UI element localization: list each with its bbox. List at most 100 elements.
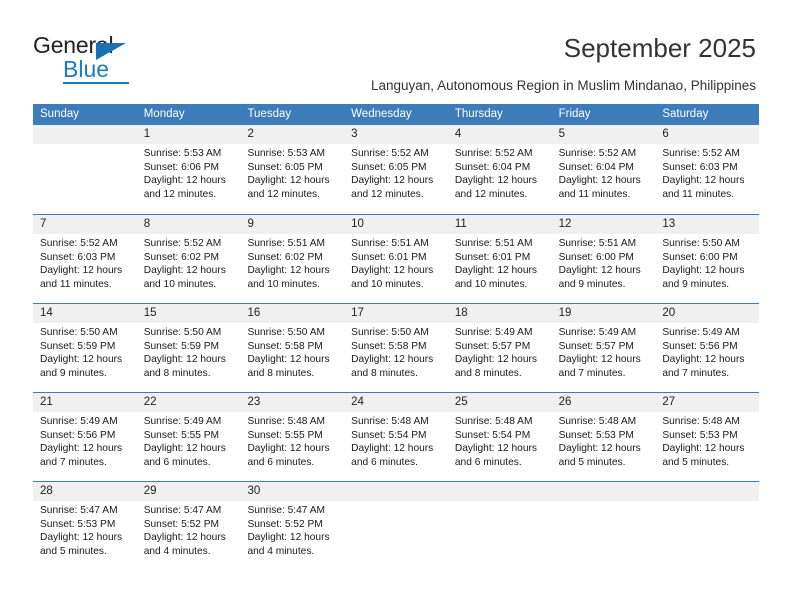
calendar-day-cell[interactable]: 4 Sunrise: 5:52 AM Sunset: 6:04 PM Daylight…: [447, 125, 552, 214]
day-sun-info-line: and 7 minutes.: [40, 456, 107, 468]
calendar-week-row: 7 Sunrise: 5:52 AM Sunset: 6:03 PM Daylight…: [33, 214, 760, 303]
day-sun-info-line: Sunset: 6:05 PM: [247, 161, 323, 173]
calendar-day-cell[interactable]: 15 Sunrise: 5:50 AM Sunset: 5:59 PM Dayligh…: [136, 304, 241, 392]
day-sun-info-line: Daylight: 12 hours: [247, 175, 330, 187]
day-sun-info-line: Sunrise: 5:49 AM: [662, 327, 740, 338]
day-sun-info: Sunrise: 5:49 AM Sunset: 5:57 PM Daylight:…: [448, 323, 552, 380]
calendar-day-cell[interactable]: 13 Sunrise: 5:50 AM Sunset: 6:00 PM Dayligh…: [655, 215, 760, 303]
calendar-day-cell[interactable]: 30 Sunrise: 5:47 AM Sunset: 5:52 PM Dayligh…: [240, 482, 345, 570]
day-sun-info-line: Sunrise: 5:48 AM: [247, 416, 326, 427]
calendar-day-cell[interactable]: 1 Sunrise: 5:53 AM Sunset: 6:06 PM Daylight…: [136, 125, 241, 214]
calendar-day-cell[interactable]: 23 Sunrise: 5:48 AM Sunset: 5:55 PM Dayligh…: [240, 393, 345, 481]
day-sun-info-line: Daylight: 12 hours: [247, 443, 330, 455]
day-number: 18: [447, 304, 552, 323]
day-sun-info-line: Sunset: 5:57 PM: [454, 340, 531, 352]
day-sun-info-line: Sunrise: 5:53 AM: [247, 148, 326, 159]
logo-underline: [63, 82, 129, 84]
day-number: 3: [344, 125, 448, 144]
logo-text-blue: Blue: [63, 56, 110, 82]
day-sun-info: Sunrise: 5:48 AM Sunset: 5:54 PM Daylight:…: [344, 412, 448, 469]
day-sun-info-line: Sunset: 5:54 PM: [351, 429, 427, 441]
calendar-day-cell[interactable]: 22 Sunrise: 5:49 AM Sunset: 5:55 PM Dayligh…: [136, 393, 241, 481]
day-sun-info: Sunrise: 5:51 AM Sunset: 6:00 PM Daylight:…: [552, 234, 656, 291]
day-number: [655, 482, 760, 501]
weekday-header-row: Sunday Monday Tuesday Wednesday Thursday…: [33, 104, 759, 125]
day-sun-info-line: Sunset: 5:57 PM: [558, 340, 634, 352]
day-sun-info-line: Sunrise: 5:52 AM: [351, 148, 429, 159]
calendar-day-cell[interactable]: 25 Sunrise: 5:48 AM Sunset: 5:54 PM Dayligh…: [447, 393, 552, 481]
day-sun-info-line: Sunrise: 5:52 AM: [143, 238, 222, 249]
calendar-day-cell[interactable]: 5 Sunrise: 5:52 AM Sunset: 6:04 PM Daylight…: [551, 125, 656, 214]
calendar-week-row: 28 Sunrise: 5:47 AM Sunset: 5:53 PM Dayligh…: [33, 481, 760, 570]
day-sun-info-line: Daylight: 12 hours: [662, 175, 745, 187]
day-sun-info-line: Sunrise: 5:51 AM: [351, 238, 429, 249]
calendar-day-cell[interactable]: 24 Sunrise: 5:48 AM Sunset: 5:54 PM Dayligh…: [344, 393, 448, 481]
day-sun-info-line: Sunrise: 5:52 AM: [558, 148, 637, 159]
day-number: 9: [240, 215, 345, 234]
day-sun-info-line: and 4 minutes.: [247, 545, 315, 557]
calendar-day-cell[interactable]: 14 Sunrise: 5:50 AM Sunset: 5:59 PM Dayligh…: [33, 304, 137, 392]
calendar-page: General Blue September 2025 Languyan, Au…: [0, 0, 792, 612]
day-sun-info-line: and 10 minutes.: [143, 278, 217, 290]
calendar-day-cell[interactable]: 18 Sunrise: 5:49 AM Sunset: 5:57 PM Dayligh…: [447, 304, 552, 392]
calendar-day-cell[interactable]: 27 Sunrise: 5:48 AM Sunset: 5:53 PM Dayligh…: [655, 393, 760, 481]
day-sun-info-line: Sunrise: 5:48 AM: [454, 416, 533, 427]
day-sun-info-line: Sunrise: 5:52 AM: [662, 148, 740, 159]
calendar-day-cell[interactable]: 17 Sunrise: 5:50 AM Sunset: 5:58 PM Dayligh…: [344, 304, 448, 392]
page-subtitle: Languyan, Autonomous Region in Muslim Mi…: [371, 78, 756, 93]
calendar-day-cell[interactable]: 10 Sunrise: 5:51 AM Sunset: 6:01 PM Dayligh…: [344, 215, 448, 303]
day-sun-info: Sunrise: 5:52 AM Sunset: 6:03 PM Daylight:…: [655, 144, 759, 201]
day-sun-info-line: Daylight: 12 hours: [143, 265, 226, 277]
calendar-day-cell[interactable]: 29 Sunrise: 5:47 AM Sunset: 5:52 PM Dayligh…: [136, 482, 241, 570]
day-sun-info-line: Sunrise: 5:51 AM: [454, 238, 533, 249]
day-number: 5: [551, 125, 656, 144]
day-number: 25: [447, 393, 552, 412]
day-sun-info: Sunrise: 5:52 AM Sunset: 6:03 PM Daylight:…: [33, 234, 137, 291]
calendar-day-cell[interactable]: 19 Sunrise: 5:49 AM Sunset: 5:57 PM Dayligh…: [551, 304, 656, 392]
calendar-day-cell[interactable]: 11 Sunrise: 5:51 AM Sunset: 6:01 PM Dayligh…: [447, 215, 552, 303]
day-sun-info-line: Daylight: 12 hours: [558, 265, 641, 277]
calendar-week-row: 14 Sunrise: 5:50 AM Sunset: 5:59 PM Dayligh…: [33, 303, 760, 392]
day-sun-info-line: Sunset: 6:04 PM: [454, 161, 531, 173]
calendar-day-cell[interactable]: 12 Sunrise: 5:51 AM Sunset: 6:00 PM Dayligh…: [551, 215, 656, 303]
day-sun-info-line: Daylight: 12 hours: [247, 265, 330, 277]
calendar-day-cell[interactable]: 7 Sunrise: 5:52 AM Sunset: 6:03 PM Daylight…: [33, 215, 137, 303]
day-sun-info: Sunrise: 5:49 AM Sunset: 5:55 PM Daylight:…: [137, 412, 241, 469]
calendar-day-cell[interactable]: 3 Sunrise: 5:52 AM Sunset: 6:05 PM Daylight…: [344, 125, 448, 214]
day-number: 4: [447, 125, 552, 144]
calendar-day-cell[interactable]: 28 Sunrise: 5:47 AM Sunset: 5:53 PM Dayligh…: [33, 482, 137, 570]
calendar-day-cell[interactable]: 9 Sunrise: 5:51 AM Sunset: 6:02 PM Daylight…: [240, 215, 345, 303]
day-sun-info-line: Daylight: 12 hours: [454, 175, 537, 187]
calendar-day-cell[interactable]: 26 Sunrise: 5:48 AM Sunset: 5:53 PM Dayligh…: [551, 393, 656, 481]
day-sun-info-line: Daylight: 12 hours: [247, 354, 330, 366]
day-sun-info-line: Daylight: 12 hours: [558, 175, 641, 187]
day-number: 16: [240, 304, 345, 323]
day-number: 21: [33, 393, 137, 412]
day-sun-info: Sunrise: 5:47 AM Sunset: 5:52 PM Daylight:…: [137, 501, 241, 558]
day-sun-info-line: and 12 minutes.: [247, 188, 320, 200]
calendar-day-cell[interactable]: 8 Sunrise: 5:52 AM Sunset: 6:02 PM Daylight…: [136, 215, 241, 303]
day-sun-info: Sunrise: 5:53 AM Sunset: 6:05 PM Daylight:…: [240, 144, 344, 201]
calendar-day-cell[interactable]: 6 Sunrise: 5:52 AM Sunset: 6:03 PM Daylight…: [655, 125, 760, 214]
day-sun-info: Sunrise: 5:50 AM Sunset: 5:58 PM Daylight:…: [344, 323, 448, 380]
day-sun-info-line: Daylight: 12 hours: [143, 532, 226, 544]
calendar-day-cell[interactable]: 2 Sunrise: 5:53 AM Sunset: 6:05 PM Daylight…: [240, 125, 345, 214]
day-sun-info: [448, 501, 552, 504]
calendar-day-cell[interactable]: 21 Sunrise: 5:49 AM Sunset: 5:56 PM Dayligh…: [33, 393, 137, 481]
calendar-week-row: 21 Sunrise: 5:49 AM Sunset: 5:56 PM Dayligh…: [33, 392, 760, 481]
day-sun-info-line: and 7 minutes.: [662, 367, 730, 379]
day-sun-info-line: Sunset: 5:52 PM: [247, 518, 323, 530]
calendar-day-cell[interactable]: 20 Sunrise: 5:49 AM Sunset: 5:56 PM Dayligh…: [655, 304, 760, 392]
day-sun-info: Sunrise: 5:48 AM Sunset: 5:55 PM Daylight:…: [240, 412, 344, 469]
calendar-day-cell[interactable]: 16 Sunrise: 5:50 AM Sunset: 5:58 PM Dayligh…: [240, 304, 345, 392]
day-sun-info-line: Daylight: 12 hours: [662, 354, 745, 366]
calendar-day-cell-empty: [551, 482, 656, 570]
day-sun-info-line: and 9 minutes.: [558, 278, 626, 290]
day-sun-info-line: and 12 minutes.: [454, 188, 528, 200]
day-sun-info-line: Sunrise: 5:52 AM: [40, 238, 118, 249]
day-number: 22: [136, 393, 241, 412]
general-blue-logo[interactable]: General Blue: [33, 32, 213, 84]
day-sun-info-line: Sunset: 6:06 PM: [143, 161, 220, 173]
day-sun-info: Sunrise: 5:51 AM Sunset: 6:01 PM Daylight:…: [344, 234, 448, 291]
day-sun-info-line: Daylight: 12 hours: [662, 265, 745, 277]
